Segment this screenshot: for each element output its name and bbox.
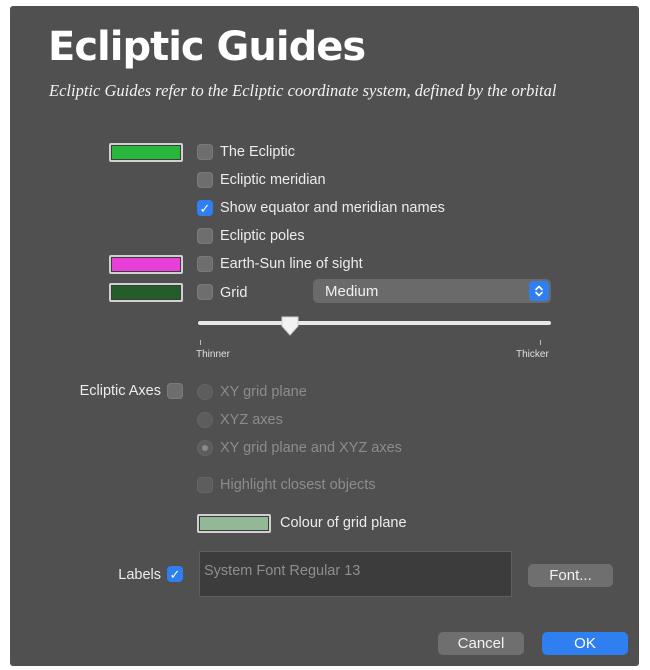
show-names-checkbox[interactable]: ✓ [197,200,213,216]
ecliptic-guides-panel: Ecliptic Guides Ecliptic Guides refer to… [10,6,639,666]
highlight-closest-checkbox[interactable] [197,477,213,493]
ecliptic-meridian-label: Ecliptic meridian [220,172,326,188]
font-display-field: System Font Regular 13 [199,551,512,597]
radio-grid-and-axes[interactable] [197,440,213,456]
show-names-label: Show equator and meridian names [220,200,445,216]
labels-checkbox[interactable]: ✓ [167,566,183,582]
line-thickness-slider[interactable] [198,321,551,325]
radio-grid-and-axes-label: XY grid plane and XYZ axes [220,440,402,456]
font-button[interactable]: Font... [528,564,613,587]
slider-thumb[interactable] [279,315,301,337]
earth-sun-checkbox[interactable] [197,256,213,272]
labels-label: Labels [118,567,161,583]
chevron-updown-icon [529,281,549,301]
highlight-closest-label: Highlight closest objects [220,477,376,493]
cancel-button[interactable]: Cancel [438,632,524,655]
page-subtitle: Ecliptic Guides refer to the Ecliptic co… [49,81,557,100]
ecliptic-axes-label: Ecliptic Axes [79,383,161,399]
slider-max-label: Thicker [516,349,549,360]
radio-xy-grid-plane-label: XY grid plane [220,384,307,400]
grid-density-value: Medium [325,283,379,300]
ecliptic-axes-checkbox[interactable] [167,383,183,399]
earth-sun-color-well[interactable] [109,255,183,274]
font-display-value: System Font Regular 13 [204,563,361,579]
slider-tick-max [540,340,541,345]
radio-xyz-axes[interactable] [197,412,213,428]
ecliptic-poles-checkbox[interactable] [197,228,213,244]
grid-plane-color-label: Colour of grid plane [280,515,407,531]
grid-density-select[interactable]: Medium [313,279,551,303]
grid-label: Grid [220,285,248,301]
ecliptic-color-well[interactable] [109,143,183,162]
slider-min-label: Thinner [196,349,230,360]
page-title: Ecliptic Guides [48,24,366,70]
grid-checkbox[interactable] [197,284,213,300]
radio-xyz-axes-label: XYZ axes [220,412,283,428]
grid-plane-color-well[interactable] [197,514,271,533]
grid-color-well[interactable] [109,283,183,302]
ecliptic-checkbox[interactable] [197,144,213,160]
checkmark-icon: ✓ [169,566,181,582]
checkmark-icon: ✓ [199,200,211,216]
earth-sun-label: Earth-Sun line of sight [220,256,363,272]
ecliptic-meridian-checkbox[interactable] [197,172,213,188]
ok-button[interactable]: OK [542,632,628,655]
radio-xy-grid-plane[interactable] [197,384,213,400]
ecliptic-poles-label: Ecliptic poles [220,228,305,244]
slider-tick-min [200,340,201,345]
ecliptic-label: The Ecliptic [220,144,295,160]
